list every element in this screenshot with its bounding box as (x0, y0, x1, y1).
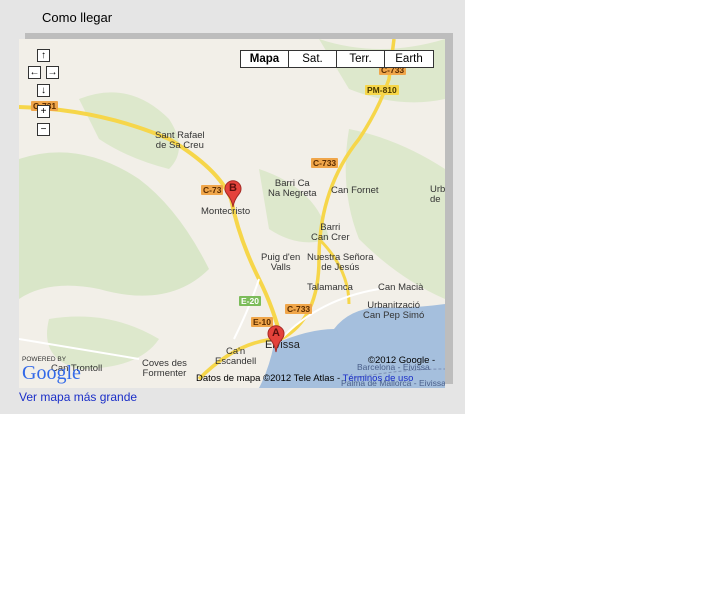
road-shield: PM-810 (365, 85, 399, 95)
copyright-text: ©2012 Google - (368, 355, 436, 366)
map-panel: Como llegar Sant Rafael de Sa Creu Barri… (0, 0, 465, 414)
map-canvas[interactable]: Sant Rafael de Sa Creu Barri Ca Na Negreta… (19, 39, 445, 388)
marker-label: B (229, 182, 237, 194)
pan-right-button[interactable]: → (46, 66, 59, 79)
place-text: Can Macià (378, 282, 424, 293)
place-text: Puig d'en Valls (261, 252, 301, 273)
map-type-map-button[interactable]: Mapa (241, 51, 289, 67)
place-sant-rafael: Sant Rafael de Sa Creu (155, 131, 205, 151)
place-text: Ca'n Escandell (215, 346, 257, 367)
place-can-fornet: Can Fornet (331, 186, 379, 196)
marker-label: A (272, 327, 280, 339)
place-urb-edge: Urb de (430, 185, 445, 205)
place-text: Sant Rafael de Sa Creu (155, 130, 205, 151)
place-can-escandell: Ca'n Escandell (215, 347, 256, 367)
road-shield: C-733 (311, 158, 339, 168)
map-data-attribution: Datos de mapa ©2012 Tele Atlas - Término… (196, 373, 413, 384)
place-puig-den-valls: Puig d'en Valls (261, 253, 300, 273)
place-text: Barri Ca Na Negreta (268, 178, 317, 199)
road-shield: C-733 (285, 304, 313, 314)
terms-link[interactable]: Términos de uso (343, 373, 414, 384)
place-text: Barri Can Crer (311, 222, 350, 243)
map-type-earth-button[interactable]: Earth (385, 51, 433, 67)
place-can-macia: Can Macià (378, 283, 423, 293)
place-coves-des-formenter: Coves des Formenter (142, 359, 187, 379)
map-data-text: Datos de mapa ©2012 Tele Atlas - (196, 373, 341, 384)
place-text: Coves des Formenter (142, 358, 187, 379)
pan-down-button[interactable]: ↓ (37, 84, 50, 97)
pan-left-button[interactable]: ← (28, 66, 41, 79)
place-montecristo: Montecristo (201, 207, 250, 217)
section-title: Como llegar (42, 10, 113, 25)
marker-a[interactable]: A (267, 325, 285, 353)
place-urbanitzacio: Urbanització Can Pep Simó (363, 301, 424, 321)
place-barri-can-crer: Barri Can Crer (311, 223, 350, 243)
larger-map-link[interactable]: Ver mapa más grande (19, 390, 137, 404)
zoom-in-button[interactable]: + (37, 105, 50, 118)
place-text: Can Fornet (331, 185, 379, 196)
map-type-satellite-button[interactable]: Sat. (289, 51, 337, 67)
road-shield: E-20 (239, 296, 261, 306)
place-talamanca: Talamanca (307, 283, 353, 293)
pan-up-button[interactable]: ↑ (37, 49, 50, 62)
place-nuestra-senora: Nuestra Señora de Jesús (307, 253, 374, 273)
road-shield: C-73 (201, 185, 224, 195)
place-barri-ca-na-negreta: Barri Ca Na Negreta (268, 179, 317, 199)
map-type-selector: Mapa Sat. Terr. Earth (240, 50, 434, 68)
place-text: Urbanització Can Pep Simó (363, 300, 425, 321)
google-logo[interactable]: Google (22, 362, 81, 385)
place-text: Nuestra Señora de Jesús (307, 252, 374, 273)
place-text: Talamanca (307, 282, 353, 293)
zoom-out-button[interactable]: − (37, 123, 50, 136)
place-text: Urb de (430, 184, 445, 205)
map-type-terrain-button[interactable]: Terr. (337, 51, 385, 67)
marker-b[interactable]: B (224, 180, 242, 208)
